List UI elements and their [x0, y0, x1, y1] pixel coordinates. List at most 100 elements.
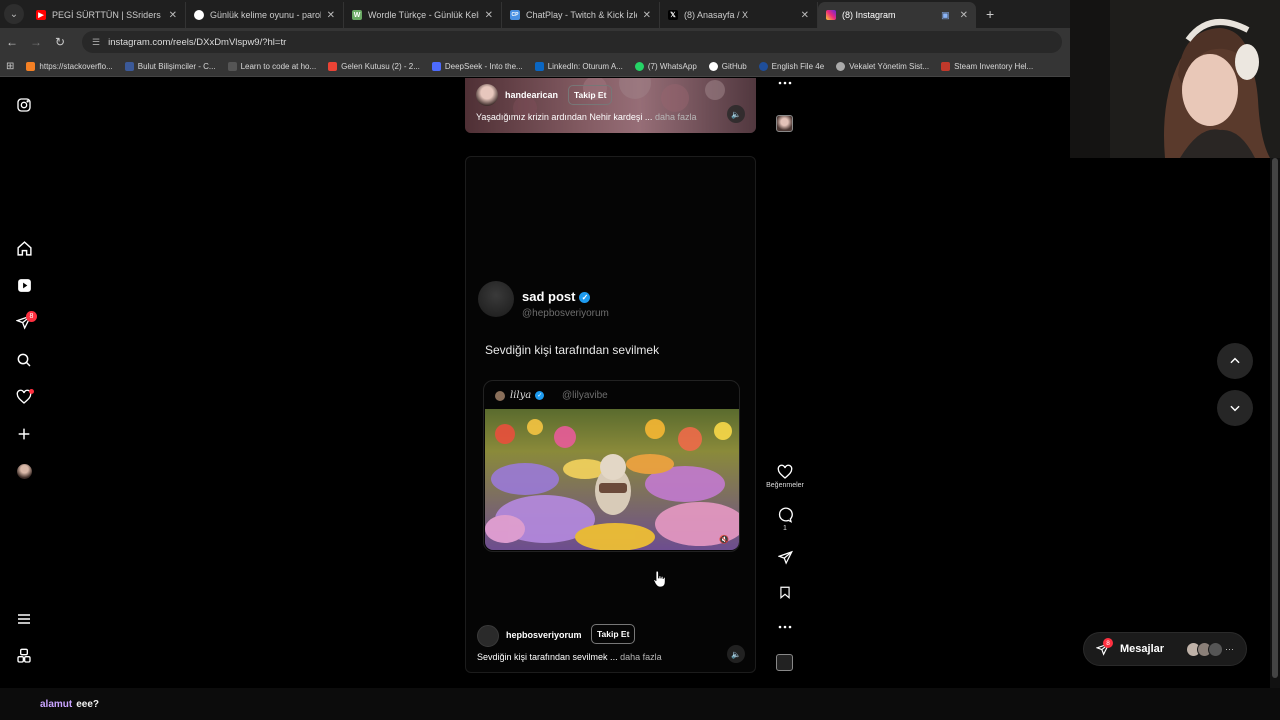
bookmark-label: (7) WhatsApp: [647, 61, 697, 71]
site-info-icon[interactable]: ☰: [92, 37, 100, 48]
more-menu-icon[interactable]: [14, 609, 34, 629]
tab-title: Günlük kelime oyunu - parolla: [210, 10, 321, 20]
more-options-icon[interactable]: [775, 624, 795, 630]
bookmark[interactable]: Steam Inventory Hel...: [941, 61, 1033, 71]
home-icon[interactable]: [14, 238, 34, 258]
mute-icon[interactable]: 🔈: [727, 645, 745, 663]
message-avatars: [1186, 641, 1224, 657]
bookmark-label: Gelen Kutusu (2) - 2...: [341, 61, 420, 71]
quote-author-name-text: lilya: [510, 390, 532, 401]
tweet-text: Sevdiğin kişi tarafından sevilmek: [485, 343, 660, 357]
quote-media-image: 🔇: [485, 409, 739, 550]
comment-button[interactable]: 1: [775, 507, 795, 532]
close-tab-icon[interactable]: ✕: [960, 10, 968, 21]
tweet-author-handle: @hepbosveriyorum: [522, 308, 609, 319]
next-reel-button[interactable]: [1217, 390, 1253, 426]
page-scrollbar[interactable]: [1270, 78, 1280, 688]
audio-thumbnail[interactable]: [776, 654, 793, 671]
bookmark[interactable]: GitHub: [708, 61, 747, 71]
browser-tab[interactable]: 𝕏 (8) Anasayfa / X ✕: [660, 2, 818, 28]
bookmark[interactable]: Gelen Kutusu (2) - 2...: [328, 61, 420, 71]
search-icon[interactable]: [14, 350, 34, 370]
quote-author-handle: @lilyavibe: [562, 390, 608, 401]
tab-title: Wordle Türkçe - Günlük Kelime: [368, 10, 479, 20]
more-link[interactable]: daha fazla: [655, 112, 697, 122]
follow-button[interactable]: Takip Et: [568, 85, 613, 105]
bookmark[interactable]: Learn to code at ho...: [227, 61, 317, 71]
more-icon: ···: [1225, 644, 1235, 654]
forward-icon[interactable]: →: [24, 35, 48, 49]
browser-tab[interactable]: Günlük kelime oyunu - parolla ✕: [186, 2, 344, 28]
share-button[interactable]: [775, 550, 795, 565]
webcam-overlay: [1070, 0, 1280, 158]
bookmark-label: LinkedIn: Oturum A...: [547, 61, 623, 71]
close-tab-icon[interactable]: ✕: [643, 10, 651, 21]
like-button[interactable]: Beğenmeler: [766, 464, 804, 489]
bookmark[interactable]: Bulut Bilişimciler - C...: [124, 61, 216, 71]
mute-icon[interactable]: 🔈: [727, 105, 745, 123]
browser-tab[interactable]: ▶ PEGİ SÜRTTÜN | SSriders | Moto ✕: [28, 2, 186, 28]
reel-user-avatar[interactable]: [476, 84, 498, 106]
mute-icon[interactable]: 🔇: [719, 535, 729, 544]
reel-caption: Sevdiğin kişi tarafından sevilmek ... da…: [477, 652, 662, 662]
instagram-icon: [826, 10, 836, 20]
bookmark-icon: [227, 61, 237, 71]
github-icon: [708, 61, 718, 71]
new-tab-icon[interactable]: +: [986, 6, 994, 22]
browser-tab[interactable]: W Wordle Türkçe - Günlük Kelime ✕: [344, 2, 502, 28]
close-tab-icon[interactable]: ✕: [485, 10, 493, 21]
stream-chat-message: alamut eee?: [0, 688, 1280, 720]
reel-username[interactable]: handearican: [505, 90, 558, 100]
reels-icon[interactable]: [14, 275, 34, 295]
audio-thumbnail[interactable]: [776, 115, 793, 132]
more-link[interactable]: daha fazla: [620, 652, 662, 662]
steam-icon: [941, 61, 951, 71]
close-tab-icon[interactable]: ✕: [327, 10, 335, 21]
streamer-image: [1070, 0, 1280, 158]
instagram-logo-icon[interactable]: [14, 95, 34, 115]
bookmark[interactable]: Vekalet Yönetim Sist...: [836, 61, 929, 71]
reel-username[interactable]: hepbosveriyorum: [506, 630, 582, 640]
reel-video[interactable]: sad post ✓ @hepbosveriyorum Sevdiğin kişi…: [465, 156, 756, 673]
tab-title: ChatPlay - Twitch & Kick İzleyici: [526, 10, 637, 20]
bookmark-label: https://stackoverflo...: [39, 61, 113, 71]
bookmark-label: Learn to code at ho...: [240, 61, 317, 71]
browser-tab[interactable]: CP ChatPlay - Twitch & Kick İzleyici ✕: [502, 2, 660, 28]
profile-avatar[interactable]: [14, 461, 34, 481]
close-tab-icon[interactable]: ✕: [801, 10, 809, 21]
heart-icon: [777, 464, 793, 479]
more-options-icon[interactable]: [775, 80, 795, 86]
cast-icon[interactable]: ▣: [941, 10, 950, 21]
quote-author-avatar: [495, 391, 505, 401]
tab-search-icon[interactable]: ⌄: [4, 4, 24, 24]
reel-caption: Yaşadığımız krizin ardından Nehir kardeş…: [476, 112, 696, 122]
address-bar[interactable]: ☰ instagram.com/reels/DXxDmVlspw9/?hl=tr: [82, 31, 1062, 53]
create-plus-icon[interactable]: [14, 424, 34, 444]
follow-button[interactable]: Takip Et: [591, 624, 636, 644]
back-icon[interactable]: ←: [0, 35, 24, 49]
previous-reel-button[interactable]: [1217, 343, 1253, 379]
bookmark-icon: [780, 586, 790, 600]
close-tab-icon[interactable]: ✕: [169, 10, 177, 21]
bookmark[interactable]: LinkedIn: Oturum A...: [534, 61, 623, 71]
verified-badge-icon: ✓: [535, 391, 545, 400]
parolla-icon: [194, 10, 204, 20]
reload-icon[interactable]: ↻: [48, 35, 72, 49]
also-from-meta-icon[interactable]: [14, 646, 34, 666]
bookmark[interactable]: (7) WhatsApp: [634, 61, 697, 71]
apps-icon[interactable]: ⊞: [6, 61, 14, 72]
quoted-tweet: lilya ✓ @lilyavibe 🔇: [483, 380, 740, 552]
bookmark[interactable]: English File 4e: [758, 61, 824, 71]
save-button[interactable]: [775, 585, 795, 600]
comment-count: 1: [783, 525, 787, 532]
browser-tab-active[interactable]: (8) Instagram ▣ ✕: [818, 2, 976, 28]
previous-reel[interactable]: handearican Takip Et Yaşadığımız krizin …: [465, 78, 756, 133]
x-icon: 𝕏: [668, 10, 678, 20]
bookmark-icon: [836, 61, 846, 71]
scrollbar-thumb[interactable]: [1272, 158, 1278, 678]
bookmark-label: GitHub: [721, 61, 747, 71]
bookmark[interactable]: https://stackoverflo...: [26, 61, 113, 71]
reel-user-avatar[interactable]: [477, 625, 499, 647]
bookmark[interactable]: DeepSeek - Into the...: [431, 61, 523, 71]
bookmark-label: DeepSeek - Into the...: [444, 61, 523, 71]
